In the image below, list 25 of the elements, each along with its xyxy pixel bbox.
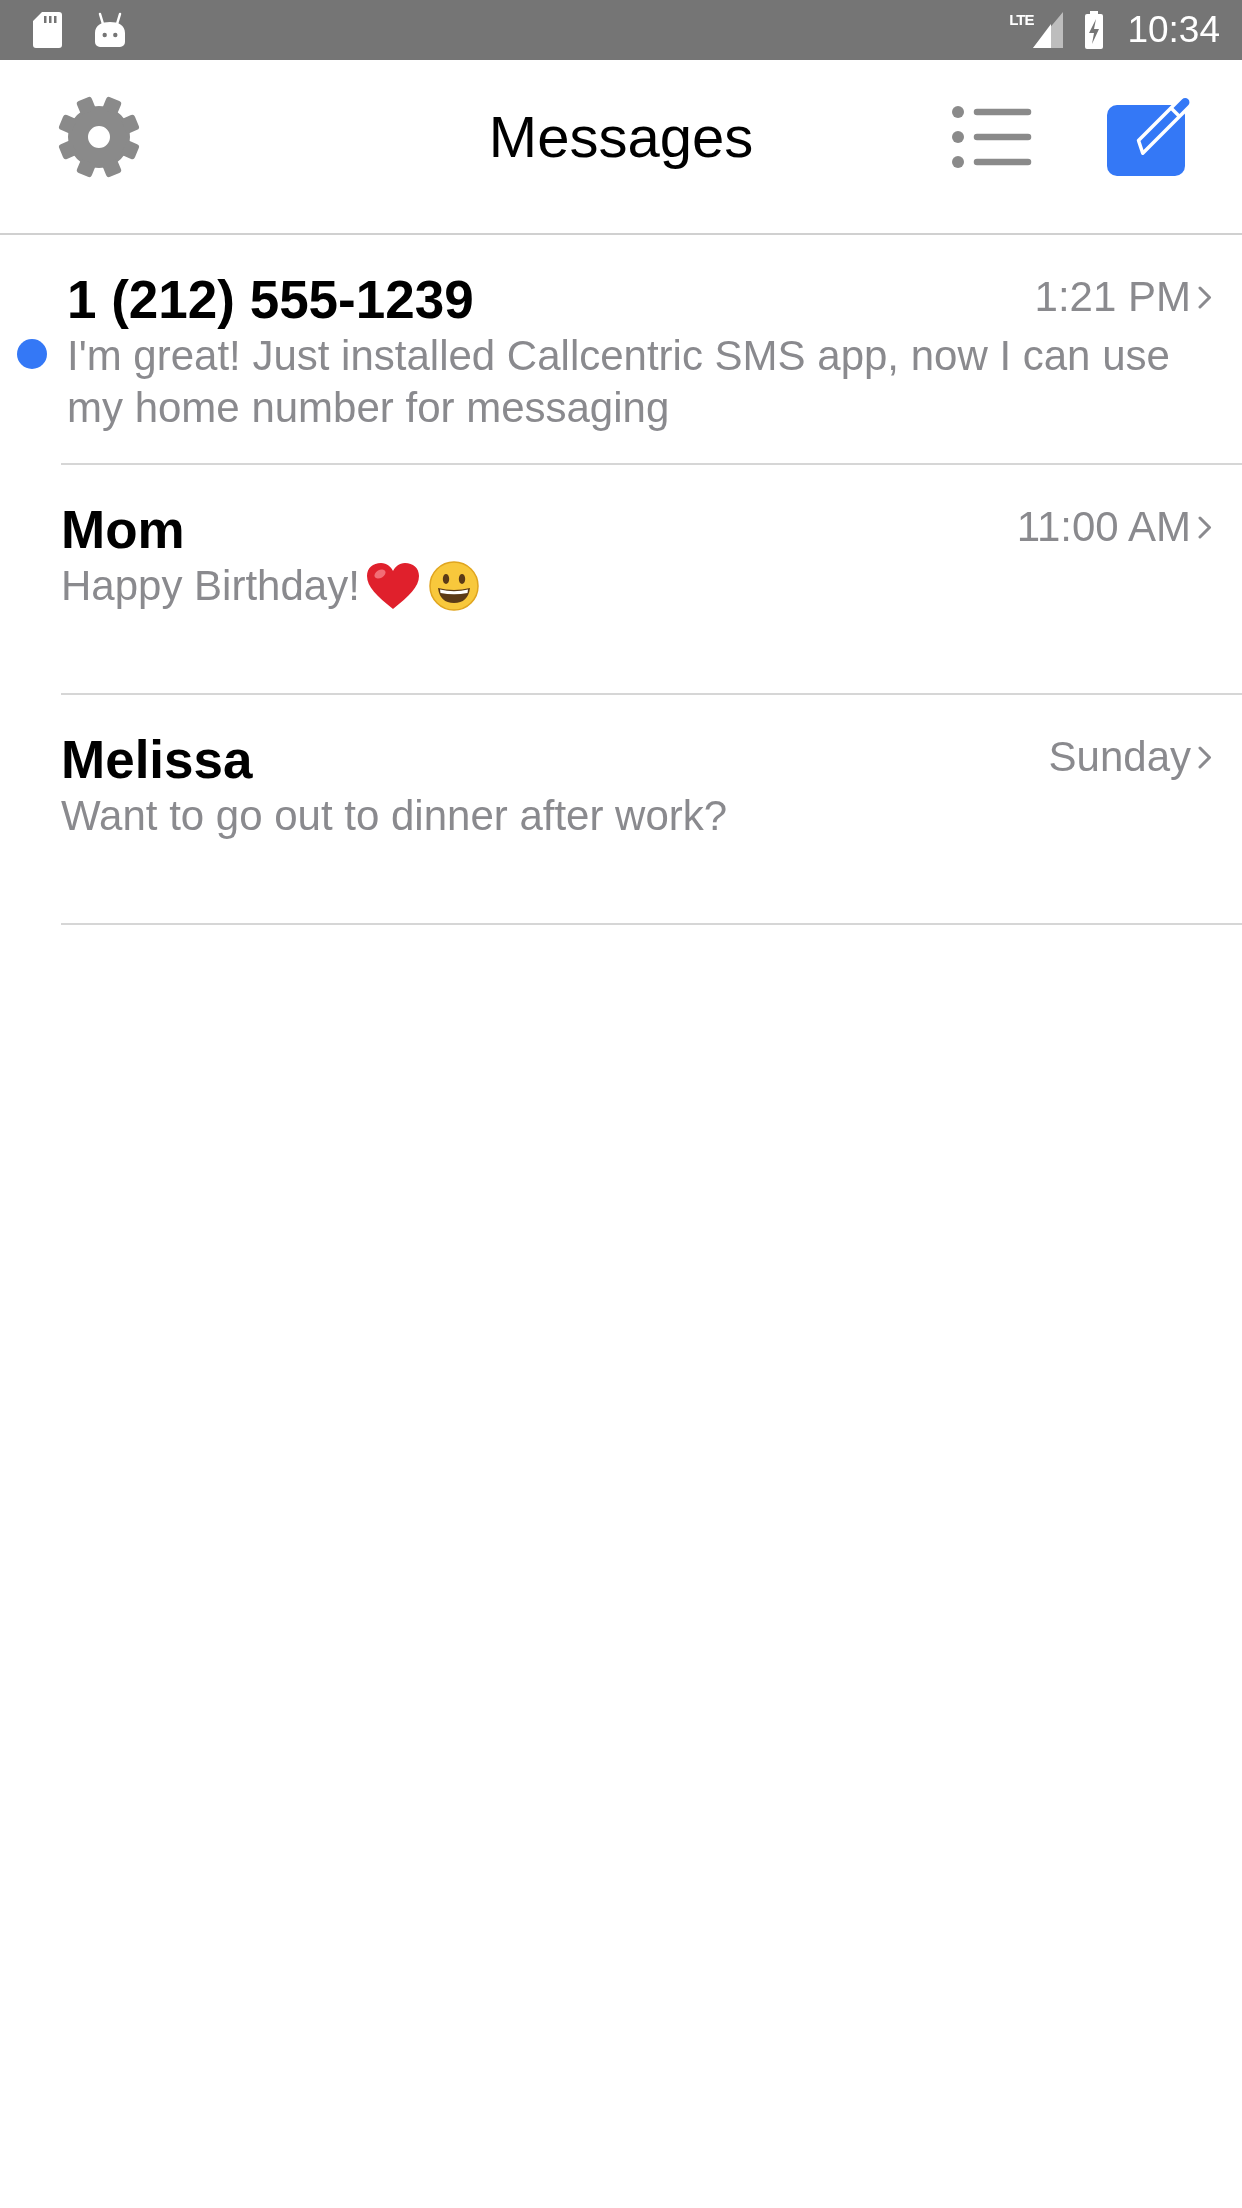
- chevron-icon: [1198, 745, 1212, 769]
- settings-button[interactable]: [58, 95, 140, 178]
- chevron-icon: [1198, 285, 1212, 309]
- sd-card-icon: [33, 12, 62, 48]
- chevron-icon: [1198, 515, 1212, 539]
- list-button[interactable]: [952, 105, 1032, 168]
- screen-title: Messages: [488, 102, 754, 171]
- contact-name: Mom: [61, 500, 185, 560]
- settings-icon: [58, 95, 140, 178]
- battery-charging-icon: [1085, 11, 1104, 49]
- contact-name: 1 (212) 555-1239: [67, 270, 474, 330]
- contact-name: Melissa: [61, 730, 253, 790]
- message-preview: Want to go out to dinner after work?: [61, 791, 728, 841]
- message-time: Sunday: [1048, 732, 1191, 782]
- android-icon: [95, 12, 125, 48]
- heart-icon: [365, 562, 420, 610]
- message-time: 11:00 AM: [1016, 502, 1191, 552]
- message-preview: I'm great! Just installed Callcentric SMS app, now I can use my home number for messaging: [67, 331, 1171, 433]
- list-icon: [952, 105, 1032, 168]
- network-type-label: LTE: [1009, 12, 1034, 28]
- status-time: 10:34: [1127, 10, 1220, 50]
- signal-icon: [1033, 12, 1064, 48]
- message-preview: Happy Birthday!: [61, 561, 360, 611]
- grinning-face-icon: [428, 561, 479, 611]
- message-time: 1:21 PM: [1034, 272, 1191, 322]
